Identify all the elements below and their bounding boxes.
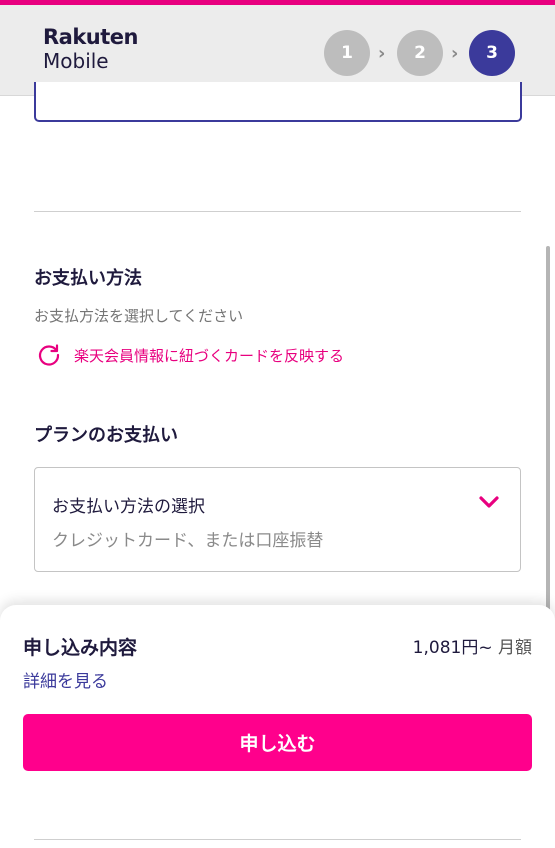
price-unit: 月額: [498, 638, 532, 658]
rakuten-mobile-logo[interactable]: Rakuten Mobile: [43, 25, 139, 73]
order-summary-title: 申し込み内容: [23, 637, 138, 659]
step-1: 1: [324, 30, 370, 76]
plan-payment-title: プランのお支払い: [34, 425, 178, 446]
step-3-current: 3: [469, 30, 515, 76]
reflect-card-link[interactable]: 楽天会員情報に紐づくカードを反映する: [36, 342, 344, 368]
chevron-right-icon: ›: [451, 43, 459, 64]
chevron-down-icon: [478, 494, 500, 510]
view-details-link[interactable]: 詳細を見る: [23, 667, 108, 692]
previous-input-field[interactable]: [34, 82, 522, 122]
payment-method-select[interactable]: お支払い方法の選択 クレジットカード、または口座振替: [34, 467, 521, 572]
logo-line1: Rakuten: [43, 25, 139, 49]
monthly-price: 1,081円~ 月額: [413, 633, 532, 658]
step-2: 2: [397, 30, 443, 76]
payment-method-title: お支払い方法: [34, 268, 142, 289]
payment-method-instruction: お支払方法を選択してください: [34, 307, 244, 325]
payment-method-select-label: お支払い方法の選択: [52, 497, 205, 517]
logo-line2: Mobile: [43, 49, 109, 73]
sheet-divider: [34, 839, 521, 840]
apply-button[interactable]: 申し込む: [23, 714, 532, 771]
payment-method-select-placeholder: クレジットカード、または口座振替: [52, 531, 324, 551]
reflect-card-link-label: 楽天会員情報に紐づくカードを反映する: [74, 346, 345, 365]
refresh-icon: [36, 342, 62, 368]
chevron-right-icon: ›: [378, 43, 386, 64]
scrollbar[interactable]: [546, 246, 550, 616]
section-divider: [34, 211, 521, 212]
price-value: 1,081円~: [412, 638, 493, 658]
order-summary-sheet: 申し込み内容 1,081円~ 月額 詳細を見る 申し込む: [0, 605, 555, 848]
